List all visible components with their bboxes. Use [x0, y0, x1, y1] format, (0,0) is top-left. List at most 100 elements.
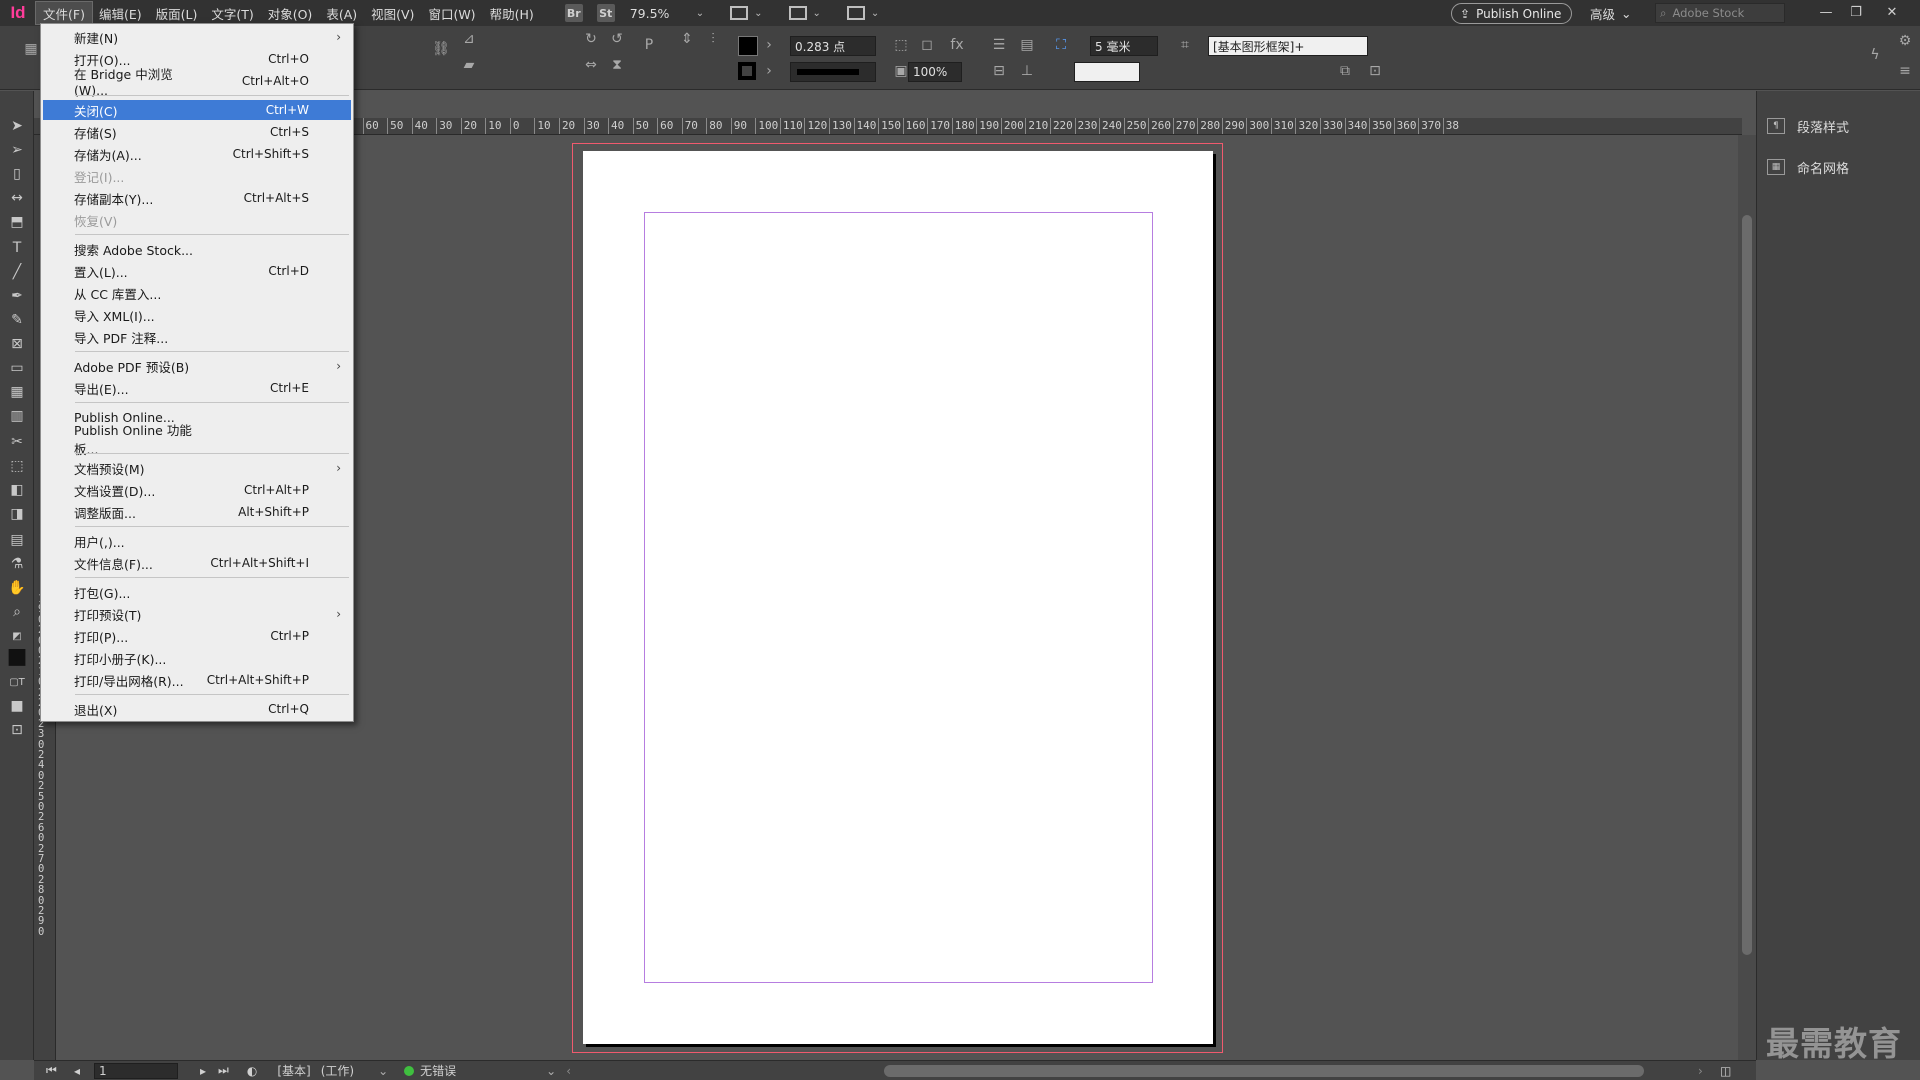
chevron-down-icon[interactable]: ⌄ [378, 1064, 388, 1078]
horizontal-grid-tool-icon[interactable]: ▦ [8, 383, 26, 401]
constrain-proportions-icon[interactable]: ⛓ [432, 40, 450, 58]
frame-icon[interactable]: ⬚ [892, 36, 910, 54]
file-menu-item[interactable]: 搜索 Adobe Stock... [43, 239, 351, 259]
restore-icon[interactable]: ❐ [1841, 2, 1871, 22]
spacing-field[interactable]: 5 毫米 [1090, 36, 1158, 56]
next-page-icon[interactable]: ▸ [200, 1064, 206, 1078]
lightning-icon[interactable]: ϟ [1866, 46, 1884, 64]
scroll-left-icon[interactable]: ‹ [566, 1064, 571, 1078]
reference-point-icon[interactable]: ▦ [22, 40, 40, 58]
scroll-thumb[interactable] [1742, 215, 1752, 955]
align-bottom-icon[interactable]: ⊥ [1018, 62, 1036, 80]
gear-icon[interactable]: ⚙ [1896, 32, 1914, 50]
type-tool-icon[interactable]: T [8, 239, 26, 257]
fill-stroke-swatch-icon[interactable]: ■ [7, 644, 28, 669]
chevron-down-icon[interactable]: ⌄ [813, 8, 821, 19]
split-view-icon[interactable]: ◫ [1720, 1064, 1731, 1078]
zoom-tool-icon[interactable]: ⌕ [8, 603, 26, 621]
reference-p-icon[interactable]: P [640, 36, 658, 54]
align-center-icon[interactable]: ⊟ [990, 62, 1008, 80]
horizontal-scroll-thumb[interactable] [884, 1065, 1644, 1077]
formatting-affects-icon[interactable]: ▢T [8, 673, 26, 691]
flip-both-icon[interactable]: ⧗ [608, 56, 626, 74]
default-colors-icon[interactable]: ◩ [8, 627, 26, 645]
gradient-swatch-tool-icon[interactable]: ◧ [8, 481, 26, 499]
scissors-tool-icon[interactable]: ✂ [8, 433, 26, 451]
chevron-right-icon[interactable]: › [760, 36, 778, 54]
stroke-swatch[interactable] [738, 62, 756, 80]
workspace-switcher[interactable]: 高级 ⌄ [1590, 3, 1632, 23]
pen-tool-icon[interactable]: ✒ [8, 287, 26, 305]
effects-fx-icon[interactable]: fx [948, 36, 966, 54]
eyedropper-tool-icon[interactable]: ⚗ [8, 555, 26, 573]
menu-file[interactable]: 文件(F) [35, 1, 93, 25]
page-number-field[interactable]: 1 [94, 1062, 178, 1079]
file-menu-item[interactable]: 置入(L)... Ctrl+D [43, 261, 351, 281]
menu-window[interactable]: 窗口(W) [421, 2, 482, 24]
content-collector-icon[interactable]: ⬒ [8, 213, 26, 231]
menu-type[interactable]: 文字(T) [204, 2, 260, 24]
menu-view[interactable]: 视图(V) [364, 2, 421, 24]
screen-mode-icon[interactable] [788, 6, 807, 20]
selection-tool-icon[interactable]: ➤ [8, 117, 26, 135]
fill-swatch[interactable] [738, 36, 758, 56]
hand-tool-icon[interactable]: ✋ [8, 579, 26, 597]
file-menu-item[interactable]: 从 CC 库置入... [43, 283, 351, 303]
file-menu-item[interactable]: 打印预设(T) › [43, 604, 351, 624]
named-grids-panel-tab[interactable]: ▦ 命名网格 [1767, 152, 1849, 182]
style-menu-icon[interactable]: ⊡ [1366, 62, 1384, 80]
menu-object[interactable]: 对象(O) [261, 2, 320, 24]
file-menu-item[interactable]: 新建(N) › [43, 27, 351, 47]
chevron-right-icon[interactable]: › [760, 62, 778, 80]
document-page[interactable] [583, 151, 1213, 1044]
chevron-down-icon[interactable]: ⌄ [871, 8, 879, 19]
file-menu-item[interactable]: Publish Online 功能板... [43, 423, 351, 457]
pencil-tool-icon[interactable]: ✎ [8, 311, 26, 329]
rotate-ccw-icon[interactable]: ↺ [608, 30, 626, 48]
text-wrap-icon[interactable]: ☰ [990, 36, 1008, 54]
drop-shadow-icon[interactable]: ◻ [918, 36, 936, 54]
vertical-grid-tool-icon[interactable]: ▥ [8, 407, 26, 425]
menu-table[interactable]: 表(A) [319, 2, 364, 24]
note-tool-icon[interactable]: ▤ [8, 531, 26, 549]
panel-menu-icon[interactable]: ≡ [1896, 62, 1914, 80]
file-menu-item[interactable]: 退出(X) Ctrl+Q [43, 699, 351, 719]
clear-overrides-icon[interactable]: ⧉ [1336, 62, 1354, 80]
previous-page-icon[interactable]: ◂ [74, 1064, 80, 1078]
stroke-weight-field[interactable]: 0.283 点 [790, 36, 876, 56]
screen-mode-icon[interactable]: ⊡ [8, 721, 26, 739]
arrange-documents-icon[interactable] [846, 6, 865, 20]
free-transform-tool-icon[interactable]: ⬚ [8, 457, 26, 475]
menu-edit[interactable]: 编辑(E) [92, 2, 149, 24]
object-style-select[interactable]: [基本图形框架]+ [1208, 36, 1368, 56]
chevron-down-icon[interactable]: ⌄ [696, 8, 704, 19]
flip-horizontal-icon[interactable]: ⇔ [582, 56, 600, 74]
preflight-status[interactable]: 无错误 [420, 1062, 456, 1079]
adobe-stock-search[interactable]: ⌕ Adobe Stock [1655, 3, 1785, 23]
text-wrap-around-icon[interactable]: ▤ [1018, 36, 1036, 54]
file-menu-item[interactable]: 关闭(C) Ctrl+W [43, 100, 351, 120]
gap-tool-icon[interactable]: ↔ [8, 189, 26, 207]
view-options-icon[interactable] [730, 6, 749, 20]
menu-layout[interactable]: 版面(L) [149, 2, 205, 24]
file-menu-item[interactable]: 导出(E)... Ctrl+E [43, 378, 351, 398]
file-menu-item[interactable]: 用户(,)... [43, 531, 351, 551]
menu-help[interactable]: 帮助(H) [483, 2, 541, 24]
rectangle-tool-icon[interactable]: ▭ [8, 359, 26, 377]
rectangle-frame-tool-icon[interactable]: ⊠ [8, 335, 26, 353]
file-menu-item[interactable]: 文档预设(M) › [43, 458, 351, 478]
file-menu-item[interactable]: 打印/导出网格(R)... Ctrl+Alt+Shift+P [43, 670, 351, 690]
line-tool-icon[interactable]: ╱ [8, 263, 26, 281]
open-page-icon[interactable]: ◐ [247, 1064, 257, 1078]
file-menu-item[interactable]: 导入 PDF 注释... [43, 327, 351, 347]
distribute-icon[interactable]: ⫶ [704, 30, 722, 48]
rotate-cw-icon[interactable]: ↻ [582, 30, 600, 48]
file-menu-item[interactable]: 存储为(A)... Ctrl+Shift+S [43, 144, 351, 164]
search-input[interactable]: Adobe Stock [1672, 6, 1744, 20]
file-menu-item[interactable]: 打印小册子(K)... [43, 648, 351, 668]
page-tool-icon[interactable]: ▯ [8, 165, 26, 183]
file-menu-item[interactable]: 打印(P)... Ctrl+P [43, 626, 351, 646]
file-menu-item[interactable]: Adobe PDF 预设(B) › [43, 356, 351, 376]
zoom-level[interactable]: 79.5% [630, 6, 690, 21]
stock-button[interactable]: St [596, 4, 615, 22]
